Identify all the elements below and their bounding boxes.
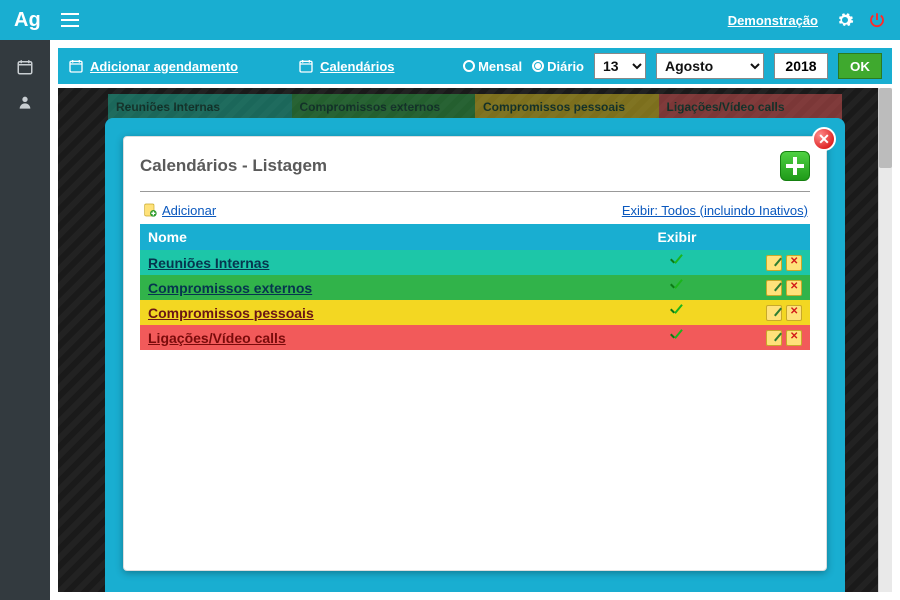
delete-icon[interactable] bbox=[786, 255, 802, 271]
sidebar bbox=[0, 40, 50, 600]
hamburger-icon[interactable] bbox=[61, 13, 79, 27]
radio-icon bbox=[532, 60, 544, 72]
view-daily-label: Diário bbox=[547, 59, 584, 74]
check-icon[interactable] bbox=[668, 279, 686, 293]
calendar-name-link[interactable]: Compromissos externos bbox=[148, 280, 312, 296]
table-row: Ligações/Vídeo calls bbox=[140, 325, 810, 350]
sidebar-user-icon[interactable] bbox=[17, 94, 33, 110]
show-all-link[interactable]: Exibir: Todos (incluindo Inativos) bbox=[622, 203, 808, 218]
calendars-link[interactable]: Calendários bbox=[298, 58, 394, 74]
add-link[interactable]: Adicionar bbox=[142, 202, 216, 218]
main-area: Adicionar agendamento Calendários Mensal… bbox=[50, 40, 900, 600]
year-input[interactable] bbox=[774, 53, 828, 79]
edit-icon[interactable] bbox=[766, 330, 782, 346]
modal-overlay: ✕ Calendários - Listagem Adicionar bbox=[58, 88, 892, 592]
add-scheduling-label: Adicionar agendamento bbox=[90, 59, 238, 74]
calendar-plus-icon bbox=[68, 58, 84, 74]
plus-icon bbox=[786, 157, 804, 175]
table-row: Compromissos pessoais bbox=[140, 300, 810, 325]
close-icon[interactable]: ✕ bbox=[812, 127, 836, 151]
gear-icon[interactable] bbox=[836, 11, 854, 29]
content-backdrop: Reuniões Internas Compromissos externos … bbox=[58, 88, 892, 592]
check-icon[interactable] bbox=[668, 304, 686, 318]
col-name: Nome bbox=[148, 229, 622, 245]
check-icon[interactable] bbox=[668, 254, 686, 268]
power-icon[interactable] bbox=[868, 11, 886, 29]
delete-icon[interactable] bbox=[786, 280, 802, 296]
modal-border: ✕ Calendários - Listagem Adicionar bbox=[105, 118, 845, 592]
calendar-name-link[interactable]: Compromissos pessoais bbox=[148, 305, 314, 321]
modal: ✕ Calendários - Listagem Adicionar bbox=[123, 136, 827, 571]
check-icon[interactable] bbox=[668, 329, 686, 343]
calendar-name-link[interactable]: Ligações/Vídeo calls bbox=[148, 330, 286, 346]
month-select[interactable]: Agosto bbox=[656, 53, 764, 79]
add-scheduling-link[interactable]: Adicionar agendamento bbox=[68, 58, 238, 74]
table-row: Reuniões Internas bbox=[140, 250, 810, 275]
view-monthly-radio[interactable]: Mensal bbox=[463, 59, 522, 74]
modal-header: Calendários - Listagem bbox=[140, 151, 810, 192]
edit-icon[interactable] bbox=[766, 305, 782, 321]
toolbar: Adicionar agendamento Calendários Mensal… bbox=[58, 48, 892, 84]
calendars-table: Nome Exibir Reuniões Internas bbox=[140, 224, 810, 350]
table-header: Nome Exibir bbox=[140, 224, 810, 250]
note-plus-icon bbox=[142, 202, 158, 218]
delete-icon[interactable] bbox=[786, 330, 802, 346]
calendar-name-link[interactable]: Reuniões Internas bbox=[148, 255, 269, 271]
delete-icon[interactable] bbox=[786, 305, 802, 321]
calendar-icon bbox=[298, 58, 314, 74]
app-shell: Adicionar agendamento Calendários Mensal… bbox=[0, 40, 900, 600]
view-daily-radio[interactable]: Diário bbox=[532, 59, 584, 74]
day-select[interactable]: 13 bbox=[594, 53, 646, 79]
edit-icon[interactable] bbox=[766, 255, 782, 271]
ok-button[interactable]: OK bbox=[838, 53, 882, 79]
add-button[interactable] bbox=[780, 151, 810, 181]
modal-title: Calendários - Listagem bbox=[140, 156, 327, 176]
view-monthly-label: Mensal bbox=[478, 59, 522, 74]
calendars-label: Calendários bbox=[320, 59, 394, 74]
app-logo: Ag bbox=[14, 9, 41, 32]
table-row: Compromissos externos bbox=[140, 275, 810, 300]
sidebar-calendar-icon[interactable] bbox=[16, 58, 34, 76]
add-link-label: Adicionar bbox=[162, 203, 216, 218]
topbar: Ag Demonstração bbox=[0, 0, 900, 40]
radio-icon bbox=[463, 60, 475, 72]
modal-subbar: Adicionar Exibir: Todos (incluindo Inati… bbox=[140, 192, 810, 224]
col-show: Exibir bbox=[622, 229, 732, 245]
edit-icon[interactable] bbox=[766, 280, 782, 296]
demo-link[interactable]: Demonstração bbox=[728, 13, 818, 28]
